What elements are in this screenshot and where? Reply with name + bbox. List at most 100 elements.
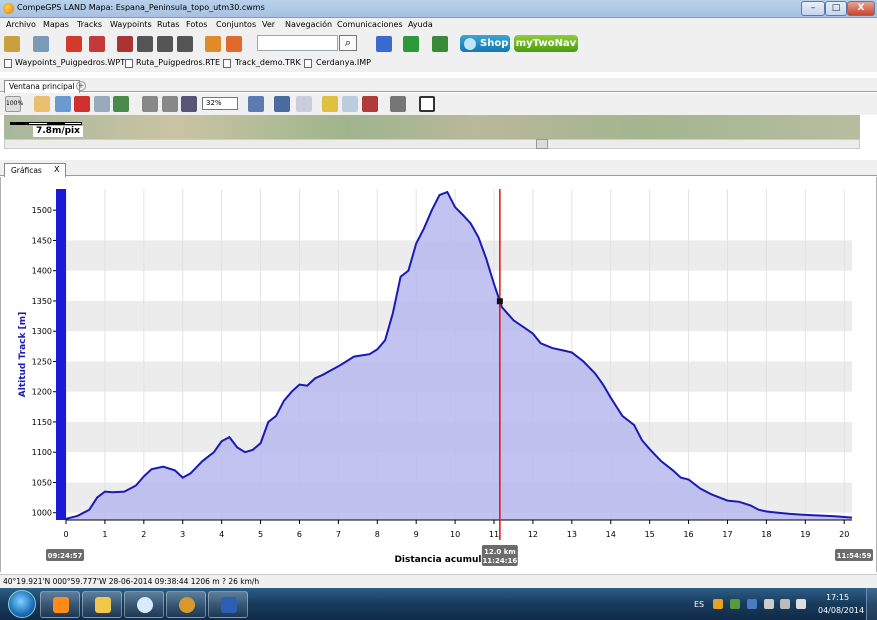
menu-comunicaciones[interactable]: Comunicaciones [337, 20, 403, 29]
y-axis-label: Altitud Track [m] [18, 312, 28, 397]
pin-icon[interactable] [74, 96, 90, 112]
map-grid-icon[interactable] [432, 36, 448, 52]
end-time-badge: 11:54:59 [835, 549, 873, 561]
route-tool-icon[interactable] [89, 36, 105, 52]
loaded-files-bar: Waypoints_Puigpedros.WPT Ruta_Puigpedros… [0, 56, 877, 72]
start-button[interactable] [8, 590, 36, 618]
menu-tracks[interactable]: Tracks [77, 20, 102, 29]
user-icon[interactable] [226, 36, 242, 52]
waypoint-tool-icon[interactable] [33, 36, 49, 52]
move-icon[interactable] [94, 96, 110, 112]
elevation-chart-panel[interactable]: 1000 1050 1100 1150 1200 1250 1300 1350 1400 1450… [0, 177, 877, 572]
map-view[interactable] [4, 115, 860, 139]
zoom-select[interactable]: 32% [202, 97, 238, 110]
app-icon [3, 3, 14, 14]
file-image[interactable]: Cerdanya.IMP [316, 58, 371, 67]
hiker-icon[interactable] [205, 36, 221, 52]
menu-bar: Archivo Mapas Tracks Waypoints Rutas Fot… [0, 18, 877, 32]
x-tick-label: 6 [297, 530, 302, 539]
3d-view-icon[interactable] [113, 96, 129, 112]
zoom-100-icon[interactable]: 100% [5, 96, 23, 112]
stop-icon[interactable] [137, 36, 153, 52]
y-tick-label: 1000 [32, 509, 52, 518]
map-window-icon[interactable] [274, 96, 290, 112]
file-route[interactable]: Ruta_Puigpedros.RTE [136, 58, 220, 67]
file-track[interactable]: Track_demo.TRK [235, 58, 301, 67]
search-button[interactable]: ⌕ [339, 35, 357, 51]
window-title: CompeGPS LAND Mapa: Espana_Peninsula_top… [17, 3, 265, 12]
hand-icon[interactable] [34, 96, 50, 112]
close-button[interactable]: X [847, 1, 875, 16]
add-tab-button[interactable]: + [76, 81, 86, 91]
mytwonav-button[interactable]: myTwoNav [514, 35, 578, 52]
clock-time[interactable]: 17:15 [826, 593, 849, 602]
scale-label: 7.8m/pix [33, 126, 83, 137]
main-toolbar [0, 32, 877, 56]
taskbar-explorer[interactable] [82, 591, 122, 618]
language-indicator[interactable]: ES [694, 600, 704, 609]
measure-icon[interactable] [362, 96, 378, 112]
view-tabs-bar [0, 78, 877, 92]
taskbar-word[interactable] [208, 591, 248, 618]
layers-icon[interactable] [248, 96, 264, 112]
tray-signal-icon[interactable] [780, 599, 790, 609]
menu-ayuda[interactable]: Ayuda [408, 20, 433, 29]
flag-icon[interactable] [322, 96, 338, 112]
minimize-button[interactable]: – [801, 1, 825, 16]
maximize-button[interactable]: □ [825, 1, 847, 16]
play-icon[interactable] [157, 36, 173, 52]
tab-ventana-principal[interactable]: Ventana principal [4, 80, 80, 93]
x-tick-label: 13 [567, 530, 577, 539]
menu-fotos[interactable]: Fotos [186, 20, 207, 29]
cursor-marker[interactable] [496, 298, 503, 305]
menu-mapas[interactable]: Mapas [43, 20, 69, 29]
pause-icon[interactable] [177, 36, 193, 52]
record-icon[interactable] [117, 36, 133, 52]
tab-close-button[interactable]: X [54, 165, 59, 174]
waypoint-file-icon [4, 59, 12, 68]
tray-power-icon[interactable] [764, 599, 774, 609]
clock-date[interactable]: 04/08/2014 [818, 606, 864, 615]
search-icon [137, 597, 153, 613]
menu-archivo[interactable]: Archivo [6, 20, 36, 29]
track-tool-icon[interactable] [66, 36, 82, 52]
x-tick-label: 17 [722, 530, 732, 539]
globe-icon[interactable] [55, 96, 71, 112]
map-horizontal-scrollbar[interactable] [4, 139, 860, 149]
menu-waypoints[interactable]: Waypoints [110, 20, 152, 29]
open-icon[interactable] [4, 36, 20, 52]
tray-volume-icon[interactable] [796, 599, 806, 609]
menu-navegacion[interactable]: Navegación [285, 20, 332, 29]
tray-app-icon[interactable] [713, 599, 723, 609]
x-tick-label: 1 [102, 530, 107, 539]
x-tick-label: 9 [414, 530, 419, 539]
undo-icon[interactable] [376, 36, 392, 52]
x-tick-label: 2 [141, 530, 146, 539]
elevation-chart[interactable]: 1000105011001150120012501300135014001450… [1, 177, 877, 572]
magnifier-icon: ⌕ [344, 36, 352, 49]
x-tick-label: 18 [761, 530, 771, 539]
x-tick-label: 0 [63, 530, 68, 539]
zoom-in-icon[interactable] [162, 96, 178, 112]
rotate-icon[interactable] [181, 96, 197, 112]
zoom-out-icon[interactable] [142, 96, 158, 112]
file-waypoints[interactable]: Waypoints_Puigpedros.WPT [15, 58, 125, 67]
tray-network-app-icon[interactable] [730, 599, 740, 609]
find-icon[interactable] [296, 96, 312, 112]
map-scroll-thumb[interactable] [536, 139, 548, 149]
search-input[interactable] [257, 35, 338, 51]
gps-icon[interactable] [403, 36, 419, 52]
cursor-icon[interactable] [342, 96, 358, 112]
taskbar-search[interactable] [124, 591, 164, 618]
menu-conjuntos[interactable]: Conjuntos [216, 20, 256, 29]
cursor-badge: 12.0 km 11:24:16 [481, 545, 518, 566]
show-desktop-button[interactable] [866, 588, 877, 620]
camera-icon[interactable] [390, 96, 406, 112]
tray-flag-icon[interactable] [747, 599, 757, 609]
menu-ver[interactable]: Ver [262, 20, 275, 29]
taskbar-media-player[interactable] [40, 591, 80, 618]
window-icon[interactable] [419, 96, 435, 112]
menu-rutas[interactable]: Rutas [157, 20, 179, 29]
taskbar-compegps[interactable] [166, 591, 206, 618]
x-tick-label: 15 [645, 530, 655, 539]
